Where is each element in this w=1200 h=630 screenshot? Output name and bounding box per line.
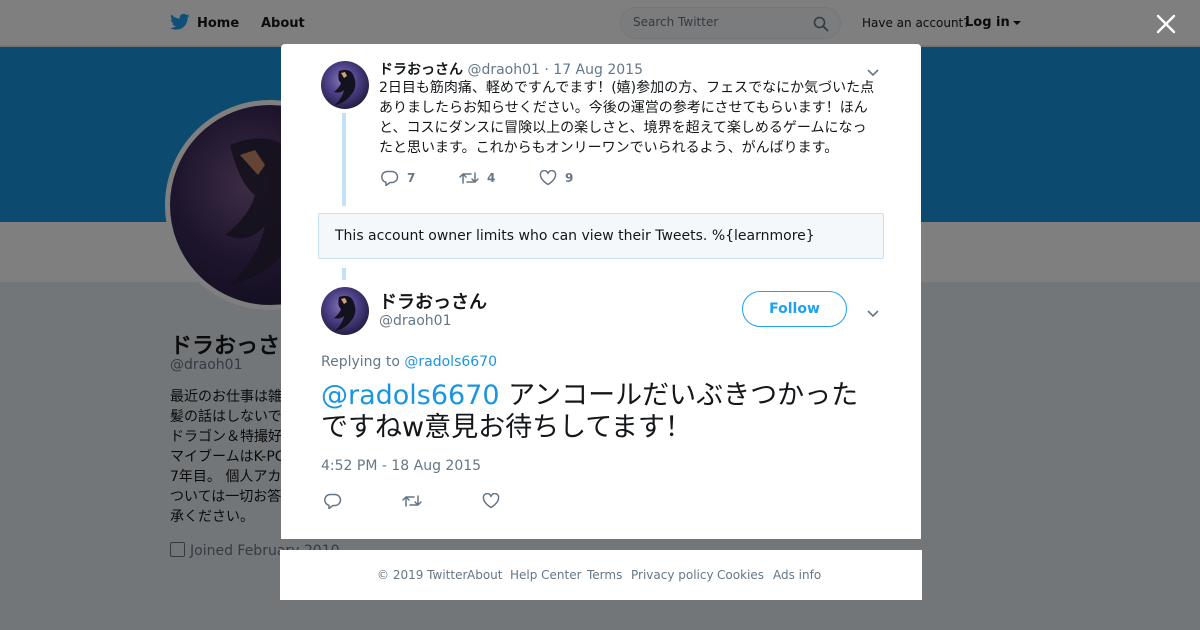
footer-privacy-link[interactable]: Privacy policy (631, 568, 714, 582)
tweet1-author-handle[interactable]: @draoh01 (467, 62, 539, 78)
footer-help-link[interactable]: Help Center (510, 568, 582, 582)
tweet1-date[interactable]: 17 Aug 2015 (553, 62, 643, 78)
reply-count: 7 (407, 171, 416, 185)
tweet2-author-handle[interactable]: @draoh01 (379, 313, 451, 329)
tweet1-avatar[interactable] (321, 61, 369, 109)
retweet-action[interactable] (402, 490, 430, 509)
close-icon[interactable] (1155, 13, 1177, 35)
like-count: 9 (565, 171, 574, 185)
retweet-count: 4 (487, 171, 496, 185)
thread-line (342, 268, 346, 280)
like-icon[interactable] (482, 492, 500, 509)
footer-about-link[interactable]: About (467, 568, 502, 582)
like-action[interactable]: 9 (539, 169, 574, 186)
protected-notice: This account owner limits who can view t… (318, 213, 884, 259)
tweet2-author-name[interactable]: ドラおっさん (379, 288, 487, 314)
tweet-modal: ドラおっさん @draoh01 · 17 Aug 2015 2日目も筋肉痛、軽め… (281, 44, 921, 539)
retweet-icon[interactable] (402, 493, 422, 509)
footer-cookies-link[interactable]: Cookies (717, 568, 764, 582)
replying-prefix: Replying to (321, 354, 400, 370)
reply-action[interactable]: 7 (381, 170, 416, 187)
tweet1-author-name[interactable]: ドラおっさん (379, 62, 463, 78)
tweet1-text: 2日目も筋肉痛、軽めですんでます！(嬉)参加の方、フェスでなにか気づいた点ありま… (379, 80, 875, 156)
reply-icon[interactable] (381, 170, 399, 187)
like-action[interactable] (482, 490, 508, 509)
retweet-icon[interactable] (459, 170, 479, 186)
tweet2-timestamp[interactable]: 4:52 PM - 18 Aug 2015 (321, 458, 481, 474)
reply-action[interactable] (324, 490, 350, 510)
replying-to-link[interactable]: @radols6670 (404, 354, 497, 370)
tweet2-avatar[interactable] (321, 287, 369, 335)
modal-footer: © 2019 Twitter About Help Center Terms P… (280, 550, 922, 600)
follow-button[interactable]: Follow (742, 291, 847, 327)
footer-copyright: © 2019 Twitter (377, 568, 468, 582)
tweet2-mention-link[interactable]: @radols6670 (321, 380, 500, 411)
chevron-down-icon[interactable] (866, 304, 880, 323)
thread-line (342, 113, 346, 206)
footer-ads-link[interactable]: Ads info (773, 568, 821, 582)
replying-to: Replying to @radols6670 (321, 354, 497, 370)
tweet1-separator: · (544, 62, 549, 78)
tweet2-text: @radols6670 アンコールだいぶきつかったですねw意見お待ちしてます！ (321, 380, 881, 444)
retweet-action[interactable]: 4 (459, 170, 495, 186)
like-icon[interactable] (539, 169, 557, 186)
footer-terms-link[interactable]: Terms (587, 568, 622, 582)
tweet1-header: ドラおっさん @draoh01 · 17 Aug 2015 (379, 59, 643, 79)
reply-icon[interactable] (324, 493, 342, 510)
